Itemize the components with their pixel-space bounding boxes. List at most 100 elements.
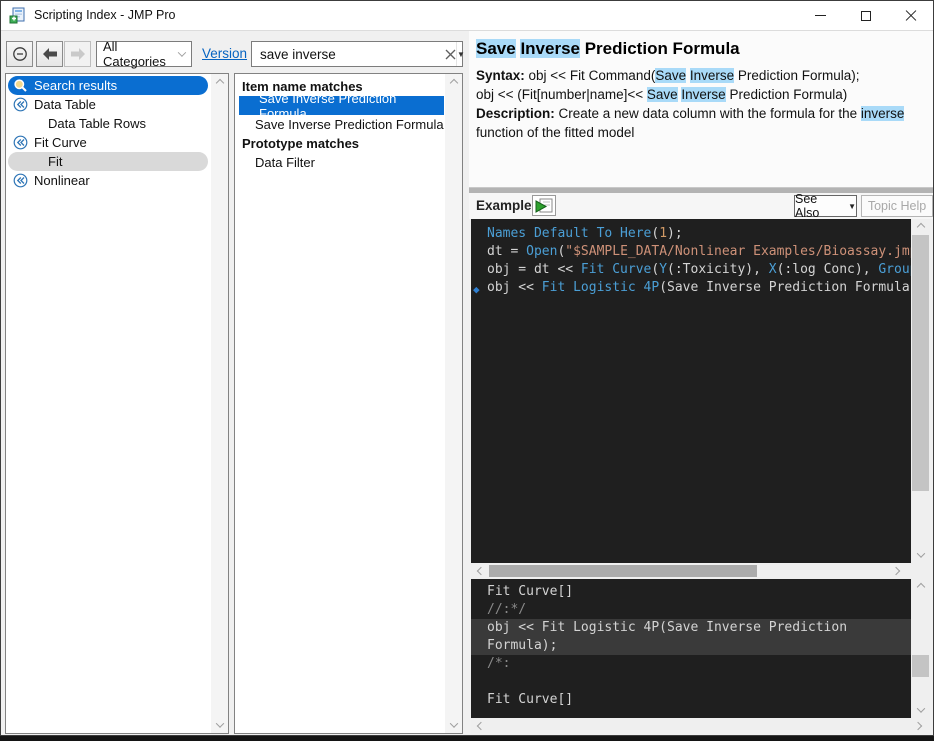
tree-item-nonlinear[interactable]: Nonlinear <box>8 171 208 190</box>
categories-dropdown[interactable]: All Categories <box>96 41 192 67</box>
editor-horizontal-scrollbar[interactable] <box>471 563 930 579</box>
topic-help-button[interactable]: Topic Help <box>861 195 933 217</box>
results-list-panel: Item name matchesSave Inverse Prediction… <box>234 73 463 734</box>
log-horizontal-scrollbar[interactable] <box>471 718 930 734</box>
maximize-icon <box>861 11 871 21</box>
syntax-line-2: obj << (Fit[number|name]<< Save Inverse … <box>476 85 928 104</box>
scroll-thumb[interactable] <box>912 655 929 677</box>
search-term-highlight: Inverse <box>681 87 725 102</box>
log-line: obj << Fit Logistic 4P(Save Inverse Pred… <box>471 619 911 637</box>
minimize-icon <box>815 15 826 16</box>
search-history-dropdown[interactable]: ▼ <box>456 42 465 66</box>
scroll-up-icon[interactable] <box>911 219 930 235</box>
list-item[interactable]: Save Inverse Prediction Formula <box>235 115 444 134</box>
see-also-button[interactable]: See Also ▼ <box>794 195 857 217</box>
search-term-highlight: Inverse <box>520 39 580 58</box>
search-term-highlight: Save <box>647 87 678 102</box>
app-icon <box>9 7 27 25</box>
back-button[interactable] <box>36 41 63 67</box>
list-item[interactable]: Data Filter <box>235 153 444 172</box>
tree-item-data-table[interactable]: Data Table <box>8 95 208 114</box>
topic-title: Save Inverse Prediction Formula <box>476 39 926 59</box>
send-message-icon <box>13 173 28 188</box>
scroll-up-icon[interactable] <box>211 74 228 91</box>
circle-minus-icon <box>12 46 28 62</box>
tree-item-label: Fit Curve <box>34 135 87 150</box>
scroll-down-icon[interactable] <box>211 716 228 733</box>
run-script-icon <box>535 198 553 214</box>
search-clear-button[interactable] <box>445 42 456 66</box>
search-term-highlight: Save <box>655 68 686 83</box>
example-code-editor[interactable]: Names Default To Here(1);dt = Open("$SAM… <box>471 219 911 563</box>
scroll-up-icon[interactable] <box>445 74 462 91</box>
forward-arrow-icon <box>70 47 86 61</box>
tree-item-fit-curve[interactable]: Fit Curve <box>8 133 208 152</box>
search-input[interactable] <box>252 47 445 62</box>
code-line: Names Default To Here(1); <box>471 225 911 243</box>
example-header: Example See Also ▼ Topic Help <box>469 193 934 219</box>
topic-body: Syntax: obj << Fit Command(Save Inverse … <box>476 66 928 142</box>
description-label: Description: <box>476 106 555 121</box>
log-line: Formula); <box>471 637 911 655</box>
run-example-button[interactable] <box>532 195 556 216</box>
scroll-up-icon[interactable] <box>911 579 930 595</box>
scroll-thumb[interactable] <box>912 235 929 491</box>
code-line: obj = dt << Fit Curve(Y(:Toxicity), X(:l… <box>471 261 911 279</box>
forward-button[interactable] <box>64 41 91 67</box>
search-term-highlight: Save <box>476 39 516 58</box>
results-list: Item name matchesSave Inverse Prediction… <box>235 77 444 172</box>
window-title: Scripting Index - JMP Pro <box>34 8 176 22</box>
syntax-label: Syntax: <box>476 68 525 83</box>
log-line: Fit Curve[] <box>471 691 911 709</box>
tree-item-label: Data Table <box>34 97 96 112</box>
syntax-line-1: Syntax: obj << Fit Command(Save Inverse … <box>476 66 928 85</box>
log-line <box>471 673 911 691</box>
tree-item-label: Nonlinear <box>34 173 90 188</box>
scrollbar-corner <box>911 563 930 579</box>
scroll-down-icon[interactable] <box>911 702 930 718</box>
maximize-button[interactable] <box>843 1 888 30</box>
list-item[interactable]: Save Inverse Prediction Formula <box>239 96 444 115</box>
tree-item-fit[interactable]: Fit <box>8 152 208 171</box>
tree-scrollbar[interactable] <box>211 74 228 733</box>
scroll-down-icon[interactable] <box>445 716 462 733</box>
back-arrow-icon <box>42 47 58 61</box>
code-line: ◆obj << Fit Logistic 4P(Save Inverse Pre… <box>471 279 911 297</box>
log-vertical-scrollbar[interactable] <box>911 579 930 718</box>
current-line-marker-icon: ◆ <box>473 281 480 299</box>
tree-item-data-table-rows[interactable]: Data Table Rows <box>8 114 208 133</box>
description-text: Description: Create a new data column wi… <box>476 104 928 142</box>
log-line: //:*/ <box>471 601 911 619</box>
scripting-index-window: Scripting Index - JMP Pro All Categories <box>0 0 934 736</box>
dropdown-arrow-icon: ▼ <box>848 202 856 211</box>
title-bar: Scripting Index - JMP Pro <box>1 1 933 31</box>
category-tree: Search results Data Table Data Table Rows F… <box>6 76 210 190</box>
example-log-output[interactable]: Fit Curve[]//:*/obj << Fit Logistic 4P(S… <box>471 579 911 718</box>
send-message-icon <box>13 135 28 150</box>
close-button[interactable] <box>888 1 933 30</box>
topic-help-label: Topic Help <box>868 199 926 213</box>
category-tree-panel: Search results Data Table Data Table Rows F… <box>5 73 229 734</box>
editor-vertical-scrollbar[interactable] <box>911 219 930 563</box>
clear-x-icon <box>445 49 456 60</box>
tree-item-label: Fit <box>48 154 62 169</box>
scroll-left-icon[interactable] <box>473 563 489 579</box>
minimize-button[interactable] <box>798 1 843 30</box>
log-line: Fit Curve[] <box>471 583 911 601</box>
tree-item-label: Search results <box>34 78 117 93</box>
scroll-right-icon[interactable] <box>888 563 904 579</box>
categories-value: All Categories <box>103 39 179 69</box>
dropdown-arrow-icon: ▼ <box>457 50 465 59</box>
scroll-thumb[interactable] <box>489 565 757 577</box>
scroll-right-icon[interactable] <box>910 718 926 734</box>
scroll-left-icon[interactable] <box>473 718 489 734</box>
list-scrollbar[interactable] <box>445 74 462 733</box>
send-message-icon <box>13 97 28 112</box>
search-term-highlight: inverse <box>861 106 905 121</box>
collapse-all-button[interactable] <box>6 41 33 67</box>
detail-pane: Save Inverse Prediction Formula Syntax: … <box>469 31 934 187</box>
close-icon <box>905 10 917 22</box>
scroll-down-icon[interactable] <box>911 547 930 563</box>
tree-item-search-results[interactable]: Search results <box>8 76 208 95</box>
version-link[interactable]: Version <box>202 46 247 61</box>
